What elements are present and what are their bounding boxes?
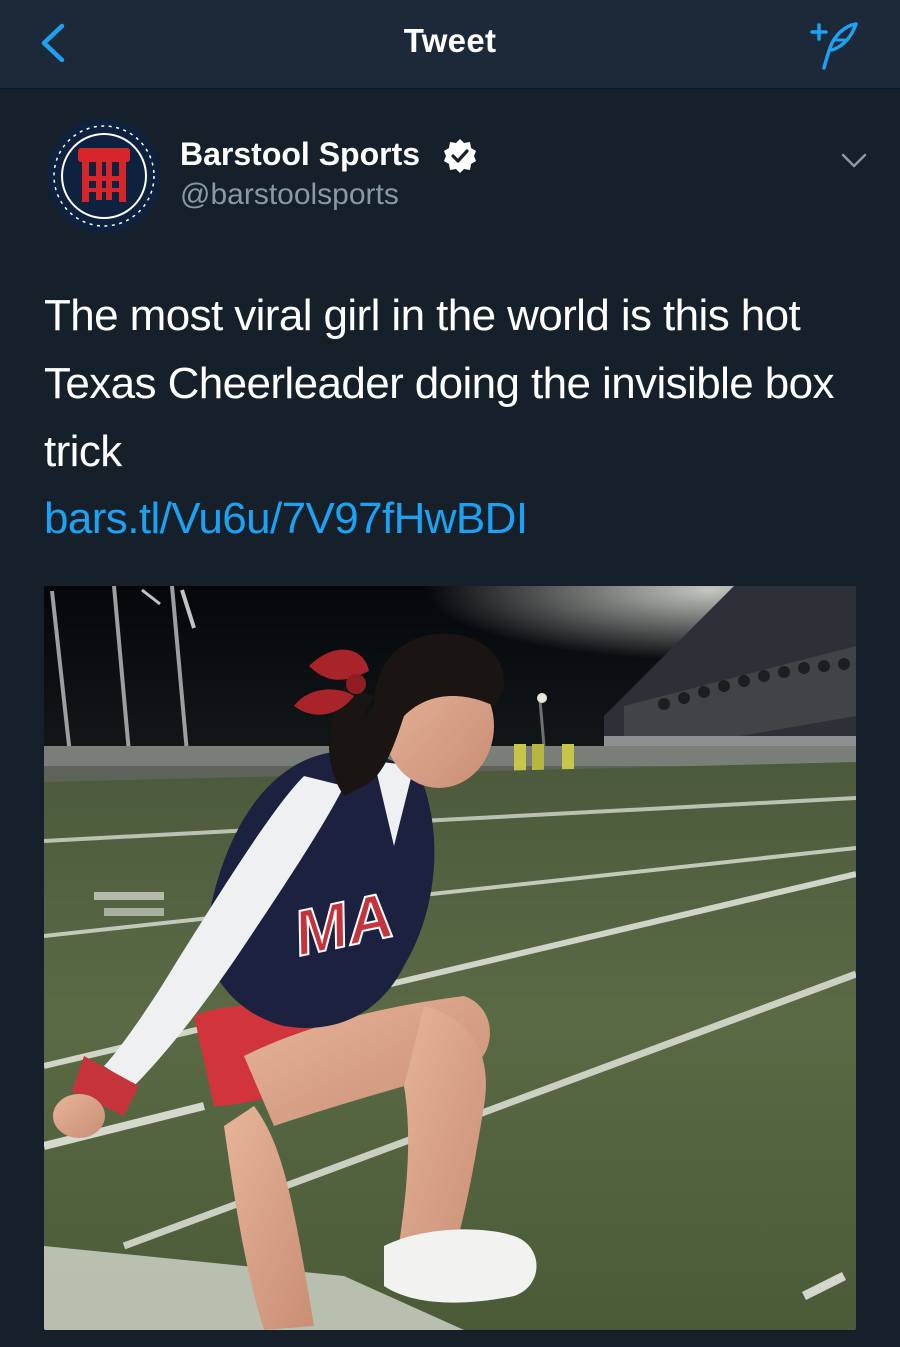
tweet-author-header: Barstool Sports @barstoolsports — [46, 118, 867, 236]
compose-tweet-button[interactable] — [806, 18, 862, 74]
tweet-link[interactable]: bars.tl/Vu6u/7V97fHwBDI — [44, 494, 528, 544]
author-display-name[interactable]: Barstool Sports — [180, 136, 420, 173]
avatar[interactable] — [46, 118, 162, 234]
tweet-media-photo[interactable]: MA — [44, 586, 856, 1330]
author-handle[interactable]: @barstoolsports — [180, 178, 399, 212]
verified-badge-icon — [440, 136, 480, 176]
barstool-logo-avatar — [47, 119, 161, 233]
cheerleader-photo: MA — [44, 586, 856, 1330]
tweet-text: The most viral girl in the world is this… — [44, 291, 835, 476]
compose-tweet-icon — [810, 22, 858, 70]
navigation-bar: Tweet — [0, 0, 900, 89]
tweet-options-button[interactable] — [832, 138, 876, 182]
chevron-down-icon — [841, 153, 867, 168]
page-title: Tweet — [403, 22, 497, 59]
